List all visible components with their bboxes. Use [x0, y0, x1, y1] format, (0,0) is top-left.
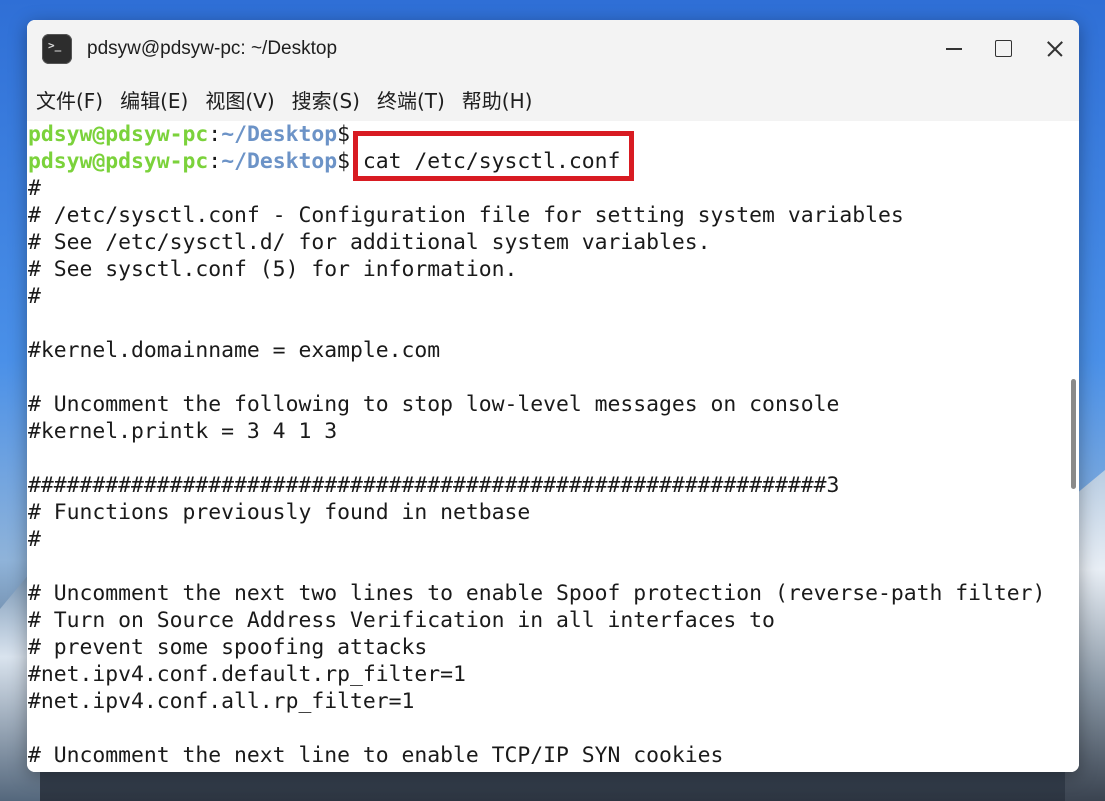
- prompt-dollar: $: [337, 149, 350, 174]
- scrollbar-thumb[interactable]: [1071, 379, 1076, 489]
- maximize-icon[interactable]: [979, 20, 1029, 77]
- window-title: pdsyw@pdsyw-pc: ~/Desktop: [87, 37, 338, 59]
- vertical-scrollbar[interactable]: [1067, 121, 1079, 772]
- prompt-path: ~/Desktop: [221, 122, 338, 147]
- output-line: #: [28, 527, 41, 552]
- menu-view[interactable]: 视图(V): [205, 85, 282, 114]
- prompt-dollar: $: [337, 122, 350, 147]
- close-icon[interactable]: [1029, 20, 1079, 77]
- prompt-colon: :: [208, 149, 222, 174]
- prompt-user-host: pdsyw@pdsyw-pc: [28, 122, 209, 147]
- output-line: # See /etc/sysctl.d/ for additional syst…: [28, 230, 711, 255]
- output-line: #: [28, 284, 41, 309]
- output-line: # prevent some spoofing attacks: [28, 635, 428, 660]
- output-line: # Uncomment the next two lines to enable…: [28, 581, 1046, 606]
- terminal-window: pdsyw@pdsyw-pc: ~/Desktop 文件(F) 编辑(E) 视图…: [27, 20, 1079, 772]
- menu-bar: 文件(F) 编辑(E) 视图(V) 搜索(S) 终端(T) 帮助(H): [27, 77, 1079, 121]
- command-highlight-box: [353, 131, 634, 181]
- minimize-icon[interactable]: [929, 20, 979, 77]
- output-line: # Turn on Source Address Verification in…: [28, 608, 775, 633]
- menu-help[interactable]: 帮助(H): [462, 85, 541, 114]
- title-bar[interactable]: pdsyw@pdsyw-pc: ~/Desktop: [27, 20, 1079, 77]
- output-line: # Uncomment the next line to enable TCP/…: [28, 743, 724, 768]
- menu-terminal[interactable]: 终端(T): [377, 85, 453, 114]
- output-line: # Functions previously found in netbase: [28, 500, 531, 525]
- output-line: # /etc/sysctl.conf - Configuration file …: [28, 203, 904, 228]
- prompt-user-host: pdsyw@pdsyw-pc: [28, 149, 209, 174]
- output-line: #kernel.printk = 3 4 1 3: [28, 419, 338, 444]
- output-line: # Uncomment the following to stop low-le…: [28, 392, 840, 417]
- prompt-path: ~/Desktop: [221, 149, 338, 174]
- terminal-output[interactable]: pdsyw@pdsyw-pc:~/Desktop$ pdsyw@pdsyw-pc…: [27, 121, 1067, 772]
- window-controls: [929, 20, 1079, 77]
- terminal-app-icon: [42, 33, 72, 64]
- menu-file[interactable]: 文件(F): [36, 85, 111, 114]
- output-line: ########################################…: [28, 473, 840, 498]
- output-line: # See sysctl.conf (5) for information.: [28, 257, 518, 282]
- menu-edit[interactable]: 编辑(E): [120, 85, 196, 114]
- output-line: #net.ipv4.conf.default.rp_filter=1: [28, 662, 466, 687]
- prompt-colon: :: [208, 122, 222, 147]
- output-line: #net.ipv4.conf.all.rp_filter=1: [28, 689, 415, 714]
- menu-search[interactable]: 搜索(S): [292, 85, 368, 114]
- output-line: #kernel.domainname = example.com: [28, 338, 441, 363]
